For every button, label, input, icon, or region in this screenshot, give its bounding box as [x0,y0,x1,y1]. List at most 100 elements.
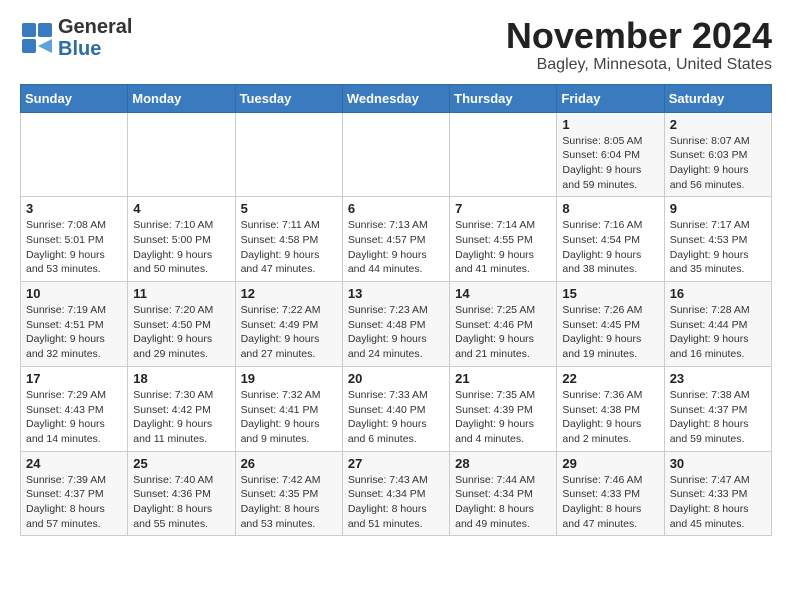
cell-info: Sunrise: 7:22 AM Sunset: 4:49 PM Dayligh… [241,303,337,362]
calendar-cell: 11 Sunrise: 7:20 AM Sunset: 4:50 PM Dayli… [128,282,235,367]
cell-day-number: 22 [562,371,658,386]
cell-day-number: 4 [133,201,229,216]
logo: General Blue [20,16,132,60]
logo-icon [20,21,54,55]
calendar-cell: 25 Sunrise: 7:40 AM Sunset: 4:36 PM Dayli… [128,451,235,536]
cell-day-number: 24 [26,456,122,471]
cell-day-number: 2 [670,117,766,132]
logo-text-blue: Blue [58,38,132,60]
cell-info: Sunrise: 7:19 AM Sunset: 4:51 PM Dayligh… [26,303,122,362]
calendar-cell: 30 Sunrise: 7:47 AM Sunset: 4:33 PM Dayli… [664,451,771,536]
calendar-cell: 8Sunrise: 7:16 AM Sunset: 4:54 PM Daylig… [557,197,664,282]
cell-day-number: 3 [26,201,122,216]
calendar-cell: 17Sunrise: 7:29 AM Sunset: 4:43 PM Dayli… [21,366,128,451]
calendar-cell [342,112,449,197]
cell-day-number: 16 [670,286,766,301]
cell-day-number: 10 [26,286,122,301]
calendar-cell: 22 Sunrise: 7:36 AM Sunset: 4:38 PM Dayli… [557,366,664,451]
cell-info: Sunrise: 7:13 AM Sunset: 4:57 PM Dayligh… [348,218,444,277]
cell-info: Sunrise: 7:46 AM Sunset: 4:33 PM Dayligh… [562,473,658,532]
calendar-cell: 20Sunrise: 7:33 AM Sunset: 4:40 PM Dayli… [342,366,449,451]
calendar-cell: 19 Sunrise: 7:32 AM Sunset: 4:41 PM Dayli… [235,366,342,451]
cell-day-number: 27 [348,456,444,471]
cell-day-number: 28 [455,456,551,471]
calendar-cell: 23 Sunrise: 7:38 AM Sunset: 4:37 PM Dayli… [664,366,771,451]
calendar-header: SundayMondayTuesdayWednesdayThursdayFrid… [21,84,772,112]
cell-info: Sunrise: 7:25 AM Sunset: 4:46 PM Dayligh… [455,303,551,362]
day-header-monday: Monday [128,84,235,112]
calendar-cell: 7 Sunrise: 7:14 AM Sunset: 4:55 PM Daylig… [450,197,557,282]
cell-day-number: 19 [241,371,337,386]
calendar-cell: 1 Sunrise: 8:05 AM Sunset: 6:04 PM Daylig… [557,112,664,197]
calendar-cell: 4 Sunrise: 7:10 AM Sunset: 5:00 PM Daylig… [128,197,235,282]
cell-day-number: 23 [670,371,766,386]
header: General Blue November 2024 Bagley, Minne… [20,16,772,74]
calendar-cell: 27 Sunrise: 7:43 AM Sunset: 4:34 PM Dayli… [342,451,449,536]
calendar-table: SundayMondayTuesdayWednesdayThursdayFrid… [20,84,772,537]
calendar-cell: 29Sunrise: 7:46 AM Sunset: 4:33 PM Dayli… [557,451,664,536]
cell-info: Sunrise: 7:28 AM Sunset: 4:44 PM Dayligh… [670,303,766,362]
cell-day-number: 21 [455,371,551,386]
cell-day-number: 15 [562,286,658,301]
cell-day-number: 8 [562,201,658,216]
cell-day-number: 20 [348,371,444,386]
cell-info: Sunrise: 7:32 AM Sunset: 4:41 PM Dayligh… [241,388,337,447]
cell-info: Sunrise: 7:10 AM Sunset: 5:00 PM Dayligh… [133,218,229,277]
title-section: November 2024 Bagley, Minnesota, United … [506,16,772,74]
cell-day-number: 18 [133,371,229,386]
cell-info: Sunrise: 7:40 AM Sunset: 4:36 PM Dayligh… [133,473,229,532]
logo-text-general: General [58,16,132,38]
calendar-cell [21,112,128,197]
cell-day-number: 30 [670,456,766,471]
cell-info: Sunrise: 7:38 AM Sunset: 4:37 PM Dayligh… [670,388,766,447]
day-header-saturday: Saturday [664,84,771,112]
day-header-thursday: Thursday [450,84,557,112]
cell-info: Sunrise: 7:26 AM Sunset: 4:45 PM Dayligh… [562,303,658,362]
cell-info: Sunrise: 7:20 AM Sunset: 4:50 PM Dayligh… [133,303,229,362]
cell-info: Sunrise: 8:05 AM Sunset: 6:04 PM Dayligh… [562,134,658,193]
calendar-cell: 9 Sunrise: 7:17 AM Sunset: 4:53 PM Daylig… [664,197,771,282]
cell-info: Sunrise: 7:17 AM Sunset: 4:53 PM Dayligh… [670,218,766,277]
day-header-sunday: Sunday [21,84,128,112]
cell-info: Sunrise: 7:23 AM Sunset: 4:48 PM Dayligh… [348,303,444,362]
calendar-cell [128,112,235,197]
cell-day-number: 9 [670,201,766,216]
cell-day-number: 13 [348,286,444,301]
day-header-tuesday: Tuesday [235,84,342,112]
calendar-cell [450,112,557,197]
day-header-friday: Friday [557,84,664,112]
cell-info: Sunrise: 8:07 AM Sunset: 6:03 PM Dayligh… [670,134,766,193]
cell-day-number: 11 [133,286,229,301]
calendar-cell: 24 Sunrise: 7:39 AM Sunset: 4:37 PM Dayli… [21,451,128,536]
page-title: November 2024 [506,16,772,56]
cell-info: Sunrise: 7:11 AM Sunset: 4:58 PM Dayligh… [241,218,337,277]
cell-info: Sunrise: 7:35 AM Sunset: 4:39 PM Dayligh… [455,388,551,447]
cell-day-number: 25 [133,456,229,471]
cell-info: Sunrise: 7:36 AM Sunset: 4:38 PM Dayligh… [562,388,658,447]
cell-day-number: 14 [455,286,551,301]
cell-day-number: 17 [26,371,122,386]
calendar-cell: 6 Sunrise: 7:13 AM Sunset: 4:57 PM Daylig… [342,197,449,282]
calendar-cell: 3 Sunrise: 7:08 AM Sunset: 5:01 PM Daylig… [21,197,128,282]
cell-info: Sunrise: 7:14 AM Sunset: 4:55 PM Dayligh… [455,218,551,277]
cell-day-number: 1 [562,117,658,132]
calendar-cell [235,112,342,197]
calendar-cell: 18 Sunrise: 7:30 AM Sunset: 4:42 PM Dayli… [128,366,235,451]
cell-day-number: 26 [241,456,337,471]
cell-info: Sunrise: 7:44 AM Sunset: 4:34 PM Dayligh… [455,473,551,532]
calendar-cell: 28 Sunrise: 7:44 AM Sunset: 4:34 PM Dayli… [450,451,557,536]
cell-day-number: 6 [348,201,444,216]
calendar-cell: 2 Sunrise: 8:07 AM Sunset: 6:03 PM Daylig… [664,112,771,197]
cell-info: Sunrise: 7:30 AM Sunset: 4:42 PM Dayligh… [133,388,229,447]
calendar-cell: 16 Sunrise: 7:28 AM Sunset: 4:44 PM Dayli… [664,282,771,367]
cell-info: Sunrise: 7:43 AM Sunset: 4:34 PM Dayligh… [348,473,444,532]
cell-day-number: 12 [241,286,337,301]
calendar-cell: 26Sunrise: 7:42 AM Sunset: 4:35 PM Dayli… [235,451,342,536]
cell-day-number: 5 [241,201,337,216]
cell-info: Sunrise: 7:47 AM Sunset: 4:33 PM Dayligh… [670,473,766,532]
calendar-cell: 12 Sunrise: 7:22 AM Sunset: 4:49 PM Dayli… [235,282,342,367]
cell-day-number: 7 [455,201,551,216]
cell-info: Sunrise: 7:08 AM Sunset: 5:01 PM Dayligh… [26,218,122,277]
day-header-wednesday: Wednesday [342,84,449,112]
cell-info: Sunrise: 7:39 AM Sunset: 4:37 PM Dayligh… [26,473,122,532]
